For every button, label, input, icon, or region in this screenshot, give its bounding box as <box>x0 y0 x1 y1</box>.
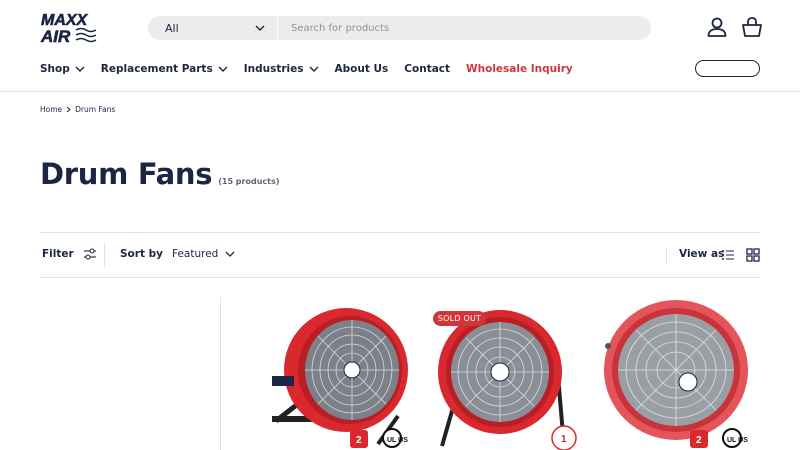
drum-fan-image: 2 UL US <box>272 308 408 448</box>
sidebar-divider <box>220 297 221 450</box>
header-pill-button[interactable] <box>695 60 760 77</box>
page-title: Drum Fans <box>40 157 213 191</box>
nav-item-label: Wholesale Inquiry <box>466 63 573 75</box>
cart-icon[interactable] <box>741 16 763 38</box>
maxx-air-logo[interactable]: MAXX AIR <box>40 10 102 46</box>
header-divider <box>0 91 800 92</box>
sort-select[interactable]: Sort by Featured <box>120 248 235 260</box>
nav-item-label: Shop <box>40 63 70 75</box>
nav-item-wholesale-inquiry[interactable]: Wholesale Inquiry <box>466 63 573 75</box>
ul-cert-mark: UL US <box>387 437 408 444</box>
product-count: (15 products) <box>218 177 280 186</box>
nav-item-label: Contact <box>404 63 451 75</box>
chevron-right-icon <box>66 106 71 113</box>
sort-value: Featured <box>172 248 219 260</box>
filter-button[interactable]: Filter <box>42 248 97 260</box>
chevron-down-icon <box>225 251 235 257</box>
nav-item-label: Replacement Parts <box>100 63 213 75</box>
view-as-label: View as <box>679 248 725 260</box>
breadcrumb-current: Drum Fans <box>75 105 116 114</box>
toolbar-bottom-divider <box>40 277 760 278</box>
filter-label: Filter <box>42 248 74 260</box>
search-category-value: All <box>165 21 179 35</box>
nav-item-contact[interactable]: Contact <box>404 63 450 75</box>
search-input[interactable] <box>278 16 651 40</box>
product-card[interactable]: 2 UL US <box>258 296 426 450</box>
account-icon[interactable] <box>706 16 728 38</box>
chevron-down-icon <box>255 25 265 31</box>
breadcrumb-home-link[interactable]: Home <box>40 105 62 114</box>
chevron-down-icon <box>309 66 318 72</box>
chevron-down-icon <box>218 66 228 72</box>
breadcrumb: Home Drum Fans <box>40 105 115 114</box>
sort-label: Sort by <box>120 248 163 260</box>
search-category-select[interactable]: All <box>148 16 278 40</box>
sold-out-badge: SOLD OUT <box>433 311 486 326</box>
collection-header: Drum Fans (15 products) <box>40 157 279 191</box>
product-card[interactable]: 2 UL US <box>596 296 764 450</box>
main-nav: Shop Replacement Parts Industries About … <box>40 60 589 78</box>
warranty-badge: 2 <box>356 435 362 446</box>
chevron-down-icon <box>75 66 85 72</box>
nav-item-replacement-parts[interactable]: Replacement Parts <box>101 63 228 75</box>
nav-item-industries[interactable]: Industries <box>244 63 319 75</box>
nav-item-label: About Us <box>334 63 389 75</box>
toolbar-divider <box>104 243 105 267</box>
warranty-badge: 1 <box>561 434 567 445</box>
toolbar-top-divider <box>40 232 760 233</box>
nav-item-shop[interactable]: Shop <box>40 63 85 75</box>
search-bar: All <box>148 16 651 40</box>
nav-item-about-us[interactable]: About Us <box>335 63 389 75</box>
nav-item-label: Industries <box>243 63 304 75</box>
ul-cert-mark: UL US <box>727 437 748 444</box>
toolbar-divider <box>666 247 667 264</box>
filter-sliders-icon <box>83 248 96 260</box>
drum-fan-image: 2 UL US <box>604 300 748 448</box>
grid-view-icon[interactable] <box>746 248 760 262</box>
logo-line2: AIR <box>40 27 71 46</box>
warranty-badge: 2 <box>696 435 702 446</box>
list-view-icon[interactable] <box>721 248 735 262</box>
